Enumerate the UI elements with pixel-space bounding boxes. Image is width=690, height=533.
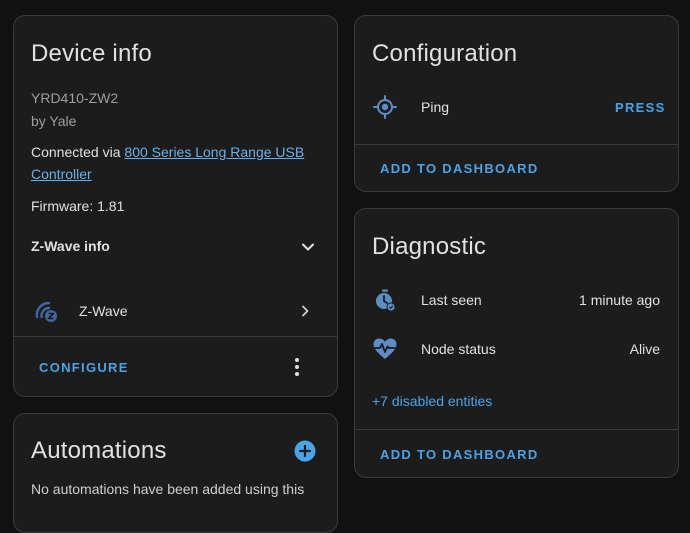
configure-button[interactable]: CONFIGURE: [39, 360, 129, 375]
diagnostic-card: Diagnostic Last seen 1 minute ago Node s…: [354, 208, 679, 478]
automations-title: Automations: [31, 437, 167, 464]
heart-pulse-icon: [373, 338, 397, 359]
device-info-title: Device info: [31, 40, 152, 67]
zwave-integration-row[interactable]: Z-Wave: [14, 291, 337, 331]
add-automation-icon[interactable]: [294, 440, 316, 462]
device-model: YRD410-ZW2: [31, 90, 119, 106]
automations-card: Automations No automations have been add…: [13, 413, 338, 533]
diagnostic-title: Diagnostic: [372, 233, 487, 260]
configuration-title: Configuration: [372, 40, 518, 67]
last-seen-value: 1 minute ago: [579, 292, 660, 308]
timer-check-icon: [376, 289, 396, 312]
diagnostic-divider: [355, 429, 678, 430]
more-vertical-icon[interactable]: [293, 357, 301, 377]
diagnostic-add-to-dashboard-button[interactable]: ADD TO DASHBOARD: [380, 447, 539, 462]
disabled-entities-link[interactable]: +7 disabled entities: [372, 393, 492, 409]
device-info-card: Device info YRD410-ZW2 by Yale Connected…: [13, 15, 338, 397]
controller-link-line2[interactable]: Controller: [31, 166, 92, 182]
zwave-icon: [35, 301, 57, 322]
connected-via-prefix: Connected via: [31, 144, 125, 160]
device-info-divider: [14, 336, 337, 337]
chevron-right-icon: [302, 305, 309, 317]
ping-label: Ping: [421, 99, 450, 115]
zwave-info-label: Z-Wave info: [31, 238, 110, 254]
firmware-version: Firmware: 1.81: [31, 198, 125, 214]
press-button[interactable]: PRESS: [615, 100, 666, 115]
configuration-divider: [355, 144, 678, 145]
controller-link-line1[interactable]: 800 Series Long Range USB: [124, 144, 304, 160]
target-icon: [373, 95, 397, 119]
device-manufacturer: by Yale: [31, 113, 77, 129]
configuration-add-to-dashboard-button[interactable]: ADD TO DASHBOARD: [380, 161, 539, 176]
node-status-label: Node status: [421, 341, 496, 357]
last-seen-label: Last seen: [421, 292, 482, 308]
configuration-card: Configuration Ping PRESS ADD TO DASHBOAR…: [354, 15, 679, 192]
connected-via-text: Connected via 800 Series Long Range USB: [31, 144, 304, 160]
chevron-down-icon: [302, 243, 314, 251]
zwave-label: Z-Wave: [79, 303, 128, 319]
node-status-value: Alive: [629, 341, 660, 357]
automations-empty-text: No automations have been added using thi…: [31, 481, 305, 497]
zwave-info-expander[interactable]: Z-Wave info: [14, 226, 337, 266]
